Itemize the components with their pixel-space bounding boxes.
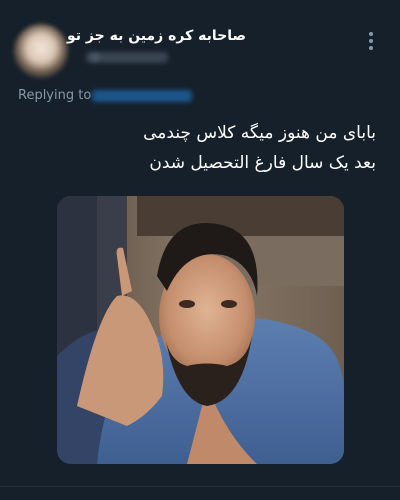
tweet[interactable]: صاحابه کره زمین به جز تو @ Replying to ب…: [0, 0, 400, 500]
man-resting-head-photo: [57, 196, 344, 464]
handle[interactable]: @: [90, 52, 100, 63]
divider: [0, 486, 400, 487]
tweet-text-line: بعد یک سال فارغ التحصیل شدن: [149, 153, 376, 173]
replying-to-label: Replying to: [18, 88, 92, 103]
replying-to-handle[interactable]: [92, 90, 192, 102]
tweet-text: بابای من هنوز میگه کلاس چندمی بعد یک سال…: [56, 118, 376, 178]
avatar[interactable]: [14, 24, 68, 78]
display-name[interactable]: صاحابه کره زمین به جز تو: [67, 28, 246, 44]
tweet-text-line: بابای من هنوز میگه کلاس چندمی: [143, 123, 376, 143]
tweet-media-image[interactable]: [57, 196, 344, 464]
more-vertical-icon[interactable]: [364, 32, 378, 54]
